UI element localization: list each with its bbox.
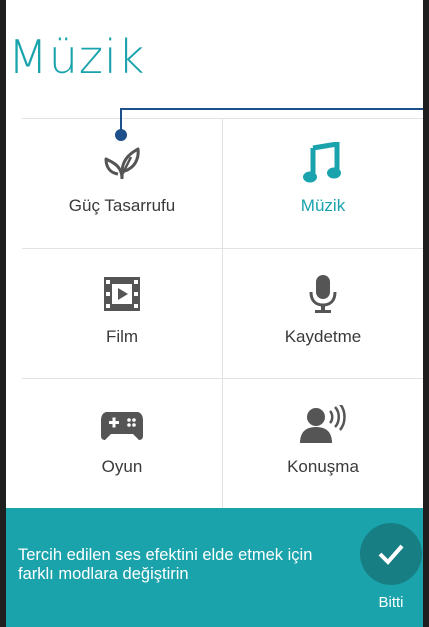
music-note-icon	[303, 142, 343, 184]
mode-game[interactable]: Oyun	[22, 379, 222, 509]
checkmark-icon	[378, 544, 404, 565]
done-button[interactable]	[360, 523, 422, 585]
mode-recording[interactable]: Kaydetme	[223, 249, 423, 379]
mode-grid: Güç Tasarrufu Müzik Film Kaydetme Oyun K…	[22, 118, 423, 508]
microphone-icon	[308, 273, 338, 315]
mode-speech[interactable]: Konuşma	[223, 379, 423, 509]
speaking-person-icon	[300, 403, 346, 445]
mode-label: Film	[105, 327, 139, 346]
mode-label: Kaydetme	[284, 327, 362, 346]
gamepad-icon	[101, 403, 143, 445]
page-title: Müzik	[8, 30, 146, 84]
callout-dot	[115, 129, 127, 141]
mode-music[interactable]: Müzik	[223, 118, 423, 248]
mode-label: Güç Tasarrufu	[68, 196, 176, 215]
screen: Müzik Güç Tasarrufu Müzik Film Kaydetme …	[6, 0, 423, 627]
mode-label: Oyun	[101, 457, 143, 476]
tip-text: Tercih edilen ses efektini elde etmek iç…	[18, 546, 313, 583]
callout-line	[120, 108, 423, 110]
done-label[interactable]: Bitti	[362, 594, 420, 611]
tip-banner: Tercih edilen ses efektini elde etmek iç…	[6, 508, 423, 627]
leaf-icon	[102, 142, 142, 184]
film-icon	[103, 273, 141, 315]
mode-label: Konuşma	[287, 457, 359, 476]
mode-label: Müzik	[300, 196, 346, 215]
mode-film[interactable]: Film	[22, 249, 222, 379]
